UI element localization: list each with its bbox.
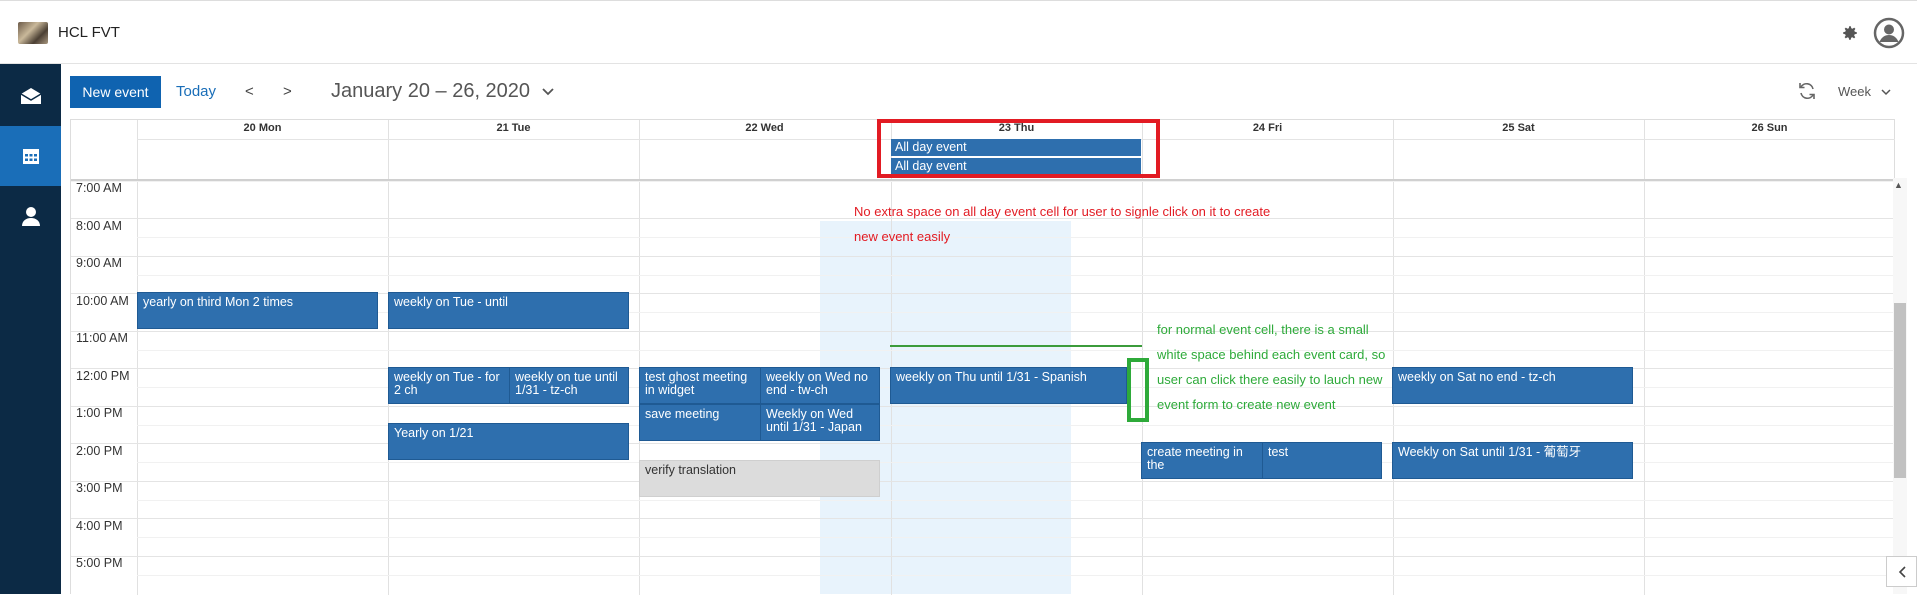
event-card[interactable]: weekly on Tue - until [388,292,629,329]
sidebar-item-calendar[interactable] [0,126,61,186]
event-card[interactable]: weekly on Wed no end - tw-ch [760,367,880,404]
app-title: HCL FVT [58,24,120,41]
refresh-icon[interactable] [1797,81,1817,101]
annotation-green-box [1127,358,1149,422]
grid-divider [1644,120,1645,595]
event-card[interactable]: weekly on Tue - for 2 ch [388,367,510,404]
event-title: yearly on third Mon 2 times [143,295,294,309]
calendar-icon [22,149,39,164]
event-card[interactable]: weekly on Thu until 1/31 - Spanish [890,367,1127,404]
scroll-up-arrow-icon[interactable]: ▲ [1894,180,1903,190]
event-title: test [1268,445,1289,459]
time-label: 5:00 PM [76,556,123,570]
grid-divider [71,181,1896,182]
collapse-panel-button[interactable] [1886,556,1917,587]
grid-divider [891,120,892,595]
event-title: weekly on Wed no end - tw-ch [766,370,868,397]
event-card[interactable]: Weekly on Wed until 1/31 - Japan [760,404,880,441]
time-label: 9:00 AM [76,256,122,270]
grid-divider [137,350,1895,351]
sidebar-item-contacts[interactable] [0,186,61,246]
annotation-green-note: for normal event cell, there is a small … [1157,322,1386,412]
event-card[interactable]: verify translation [639,460,880,497]
user-icon[interactable] [1873,17,1905,49]
annotation-red-box [877,119,1160,178]
event-title: verify translation [645,463,737,477]
sidebar [0,64,61,594]
annotation-red-note: No extra space on all day event cell for… [854,204,1271,244]
event-title: weekly on Tue - for 2 ch [394,370,500,397]
time-label: 7:00 AM [76,181,122,195]
event-title: weekly on Tue - until [394,295,508,309]
time-label: 3:00 PM [76,481,123,495]
time-label: 4:00 PM [76,519,123,533]
event-card[interactable]: Yearly on 1/21 [388,423,629,460]
time-label: 10:00 AM [76,294,129,308]
event-card[interactable]: yearly on third Mon 2 times [137,292,378,329]
event-title: weekly on Thu until 1/31 - Spanish [896,370,1087,384]
new-event-button[interactable]: New event [70,76,161,108]
app-logo [18,22,48,44]
chevron-down-icon [541,88,554,95]
time-label: 11:00 AM [76,331,128,345]
grid-divider [137,275,1895,276]
day-header: 26 Sun [1751,122,1788,134]
date-range-label: January 20 – 26, 2020 [331,80,531,102]
grid-divider [137,120,138,595]
today-button[interactable]: Today [176,83,216,100]
event-title: create meeting in the [1147,445,1243,472]
sidebar-item-mail[interactable] [0,66,61,126]
grid-divider [639,120,640,595]
event-title: save meeting [645,407,720,421]
grid-divider [71,518,1896,519]
grid-divider [71,331,1896,332]
chevron-left-icon [1898,565,1906,578]
time-label: 1:00 PM [76,406,123,420]
event-title: weekly on tue until 1/31 - tz-ch [515,370,618,397]
grid-divider [137,537,1895,538]
time-label: 2:00 PM [76,444,123,458]
day-header: 22 Wed [745,122,784,134]
person-icon [21,207,40,226]
grid-divider [71,556,1896,557]
event-title: Yearly on 1/21 [394,426,474,440]
grid-divider [137,500,1895,501]
day-header: 20 Mon [243,122,282,134]
scrollbar-thumb[interactable] [1894,303,1906,478]
event-card[interactable]: weekly on tue until 1/31 - tz-ch [509,367,629,404]
day-header: 24 Fri [1252,122,1283,134]
event-title: weekly on Sat no end - tz-ch [1398,370,1556,384]
chevron-down-icon [1881,89,1891,96]
event-card[interactable]: weekly on Sat no end - tz-ch [1392,367,1633,404]
grid-divider [71,406,1896,407]
grid-divider [388,120,389,595]
event-card[interactable]: create meeting in the [1141,442,1263,479]
event-card[interactable]: Weekly on Sat until 1/31 - 葡萄牙 [1392,442,1633,479]
next-week-button[interactable]: > [283,83,292,100]
view-label: Week [1838,84,1871,99]
mail-icon [20,88,41,104]
grid-divider [137,575,1895,576]
date-range-picker[interactable]: January 20 – 26, 2020 [331,80,554,103]
event-title: Weekly on Sat until 1/31 - 葡萄牙 [1398,445,1582,459]
view-selector[interactable]: Week [1838,84,1891,99]
calendar-toolbar: New event Today < > January 20 – 26, 202… [61,64,1917,118]
day-header: 25 Sat [1502,122,1535,134]
top-bar: HCL FVT [0,0,1917,64]
day-header: 21 Tue [496,122,531,134]
event-title: test ghost meeting in widget [645,370,748,397]
event-card[interactable]: save meeting [639,404,761,441]
event-title: Weekly on Wed until 1/31 - Japan [766,407,862,434]
week-grid: 20 Mon 21 Tue 22 Wed 23 Thu 24 Fri 25 Sa… [70,119,1896,595]
previous-week-button[interactable]: < [245,83,254,100]
gear-icon[interactable] [1838,21,1862,45]
time-label: 12:00 PM [76,369,130,383]
grid-divider [71,256,1896,257]
grid-divider [71,481,1896,482]
event-card[interactable]: test ghost meeting in widget [639,367,761,404]
current-time-indicator [890,345,1142,347]
event-card[interactable]: test [1262,442,1382,479]
time-label: 8:00 AM [76,219,122,233]
